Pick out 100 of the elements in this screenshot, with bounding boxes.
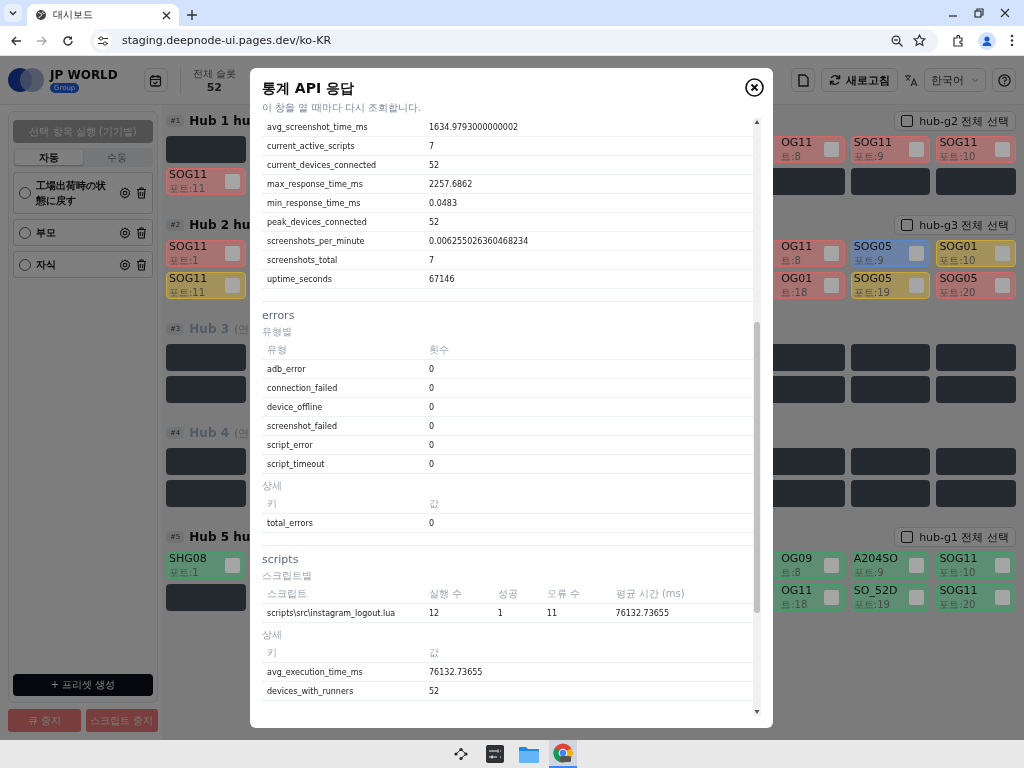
close-button[interactable]	[745, 78, 764, 97]
checkbox[interactable]	[823, 142, 839, 157]
column-header: 오류 수	[541, 585, 611, 604]
extensions-icon[interactable]	[952, 34, 964, 47]
chevron-down-icon	[8, 8, 18, 18]
browser-icon[interactable]	[549, 740, 577, 768]
checkbox[interactable]	[909, 246, 925, 261]
scroll-up-icon[interactable]	[753, 118, 761, 126]
table-cell: 1634.9793000000002	[424, 118, 753, 137]
device-name: SHG08	[169, 553, 208, 566]
column-header: 횟수	[424, 341, 753, 360]
checkbox[interactable]	[995, 590, 1010, 605]
port-label: 트:8	[780, 254, 802, 266]
scroll-down-icon[interactable]	[753, 708, 761, 716]
create-preset-button[interactable]: + 프리셋 생성	[13, 674, 153, 696]
device-card[interactable]: SOG11 포트:10	[936, 136, 1016, 163]
checkbox[interactable]	[823, 590, 839, 605]
help-button[interactable]	[992, 68, 1016, 92]
device-card[interactable]: SOG05 포트:20	[936, 272, 1016, 299]
device-card[interactable]: SOG11 포트:20	[936, 584, 1016, 611]
checkbox[interactable]	[901, 219, 914, 231]
mode-tab[interactable]: 자동	[15, 150, 83, 165]
checkbox[interactable]	[909, 558, 925, 573]
checkbox[interactable]	[901, 115, 914, 127]
select-all-button[interactable]: hub-g2 전체 선택	[894, 111, 1016, 131]
profile-icon[interactable]	[978, 31, 996, 50]
device-card[interactable]: SOG11 포트:9	[850, 136, 931, 163]
device-name: OG11	[780, 137, 814, 150]
checkbox[interactable]	[224, 174, 240, 189]
address-field[interactable]: staging.deepnode-ui.pages.dev/ko-KR	[90, 28, 938, 53]
device-card[interactable]: SOG01 포트:10	[936, 240, 1016, 267]
url-text: staging.deepnode-ui.pages.dev/ko-KR	[122, 34, 332, 47]
checkbox[interactable]	[995, 246, 1010, 261]
checkbox[interactable]	[995, 142, 1010, 157]
trash-icon[interactable]	[136, 226, 147, 239]
close-icon[interactable]	[162, 10, 171, 20]
checkbox[interactable]	[909, 142, 925, 157]
device-name: SOG11	[939, 137, 979, 150]
device-card[interactable]: SOG11 포트:10	[936, 552, 1016, 579]
preset-item[interactable]: 工場出荷時の状態に戻す	[13, 172, 153, 214]
help-icon	[997, 73, 1011, 87]
select-all-button[interactable]: hub-g3 전체 선택	[894, 215, 1016, 235]
gear-icon[interactable]	[119, 258, 131, 271]
table-caption: 상세	[262, 479, 283, 493]
device-name: SO_52D	[853, 585, 899, 598]
trash-icon[interactable]	[136, 258, 147, 271]
close-icon[interactable]	[1000, 8, 1010, 18]
trash-icon[interactable]	[136, 187, 147, 199]
gear-icon[interactable]	[119, 187, 131, 199]
menu-icon[interactable]	[1010, 34, 1014, 47]
dialog-subtitle: 이 창을 열 때마다 다시 조회합니다.	[262, 101, 422, 115]
refresh-button[interactable]: 새로고침	[821, 68, 898, 92]
scrollbar[interactable]	[753, 118, 761, 716]
checkbox[interactable]	[995, 558, 1010, 573]
device-card[interactable]: SHG08 포트:1	[166, 552, 246, 579]
restore-icon[interactable]	[974, 8, 984, 18]
tab-list-button[interactable]	[4, 4, 22, 22]
device-name: SOG11	[169, 241, 209, 254]
new-tab-icon[interactable]	[187, 10, 197, 20]
device-name: OG11	[780, 241, 814, 254]
port-label: 트:8	[780, 150, 802, 162]
site-settings-icon[interactable]	[94, 31, 112, 50]
checkbox[interactable]	[224, 246, 240, 261]
calendar-button[interactable]	[143, 68, 168, 92]
device-card[interactable]: A204SO 포트:9	[850, 552, 931, 579]
port-label: 포트:9	[853, 150, 885, 162]
checkbox[interactable]	[909, 590, 925, 605]
device-card[interactable]: SO_52D 포트:19	[850, 584, 931, 611]
device-card[interactable]: SOG05 포트:19	[850, 272, 931, 299]
back-icon[interactable]	[10, 34, 22, 47]
port-label: 포트:10	[939, 150, 977, 162]
device-card[interactable]: SOG11 포트:1	[166, 240, 246, 267]
star-icon[interactable]	[913, 34, 926, 47]
translate-icon[interactable]	[904, 73, 918, 87]
checkbox[interactable]	[823, 246, 839, 261]
checkbox[interactable]	[224, 278, 240, 293]
port-label: 포트:9	[853, 254, 885, 266]
device-name: A204SO	[853, 553, 899, 566]
reload-icon[interactable]	[62, 34, 74, 47]
device-card[interactable]: SOG05 포트:9	[850, 240, 931, 267]
checkbox[interactable]	[901, 531, 914, 543]
browser-tab[interactable]: 대시보드	[27, 4, 179, 26]
preset-name: 工場出荷時の状態に戻す	[36, 179, 107, 208]
checkbox[interactable]	[823, 558, 839, 573]
language-select[interactable]: 한국어	[924, 68, 986, 92]
checkbox[interactable]	[224, 558, 240, 573]
checkbox[interactable]	[909, 278, 925, 293]
device-card[interactable]: SOG11 포트:11	[166, 168, 246, 195]
checkbox[interactable]	[823, 278, 839, 293]
stat-value: 52	[206, 80, 222, 94]
preset-item[interactable]: 자식	[13, 251, 153, 278]
preset-item[interactable]: 부모	[13, 219, 153, 246]
port-label: 포트:11	[169, 182, 207, 194]
device-card[interactable]: SOG11 포트:11	[166, 272, 246, 299]
checkbox[interactable]	[995, 278, 1010, 293]
select-all-button[interactable]: hub-g1 전체 선택	[894, 527, 1016, 547]
document-button[interactable]	[791, 68, 815, 92]
gear-icon[interactable]	[119, 226, 131, 239]
port-label: 트:8	[780, 566, 802, 578]
zoom-icon[interactable]	[891, 34, 903, 47]
